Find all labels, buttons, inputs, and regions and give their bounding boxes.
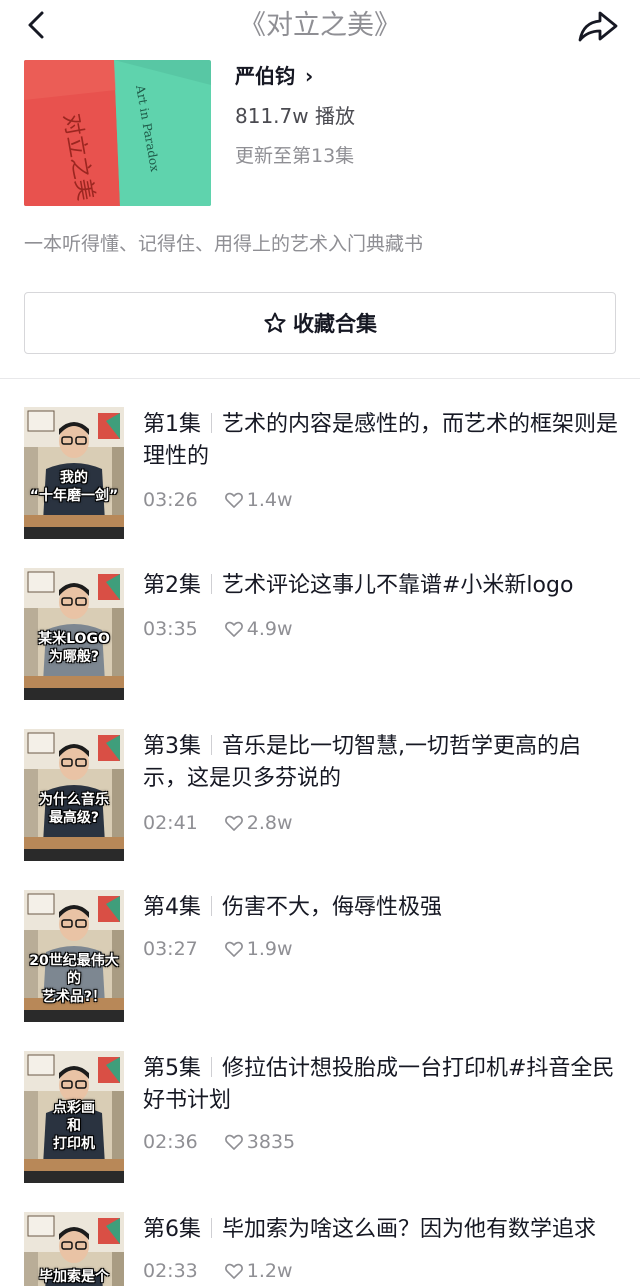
title-separator bbox=[211, 735, 212, 755]
episode-item[interactable]: 我的 “十年磨一剑” 第1集 艺术的内容是感性的，而艺术的框架则是理性的 03:26 1… bbox=[24, 407, 624, 539]
episode-duration: 02:41 bbox=[143, 812, 198, 834]
star-icon bbox=[264, 312, 286, 333]
episode-item[interactable]: 20世纪最伟大的 艺术品?！ 第4集 伤害不大，侮辱性极强 03:27 1.9w bbox=[24, 890, 624, 1022]
episode-title: 第1集 艺术的内容是感性的，而艺术的框架则是理性的 bbox=[143, 409, 619, 473]
collect-button-label: 收藏合集 bbox=[293, 312, 377, 336]
episode-thumbnail: 毕加索是个 bbox=[24, 1212, 124, 1286]
episode-thumbnail: 20世纪最伟大的 艺术品?！ bbox=[24, 890, 124, 1022]
episode-duration: 02:33 bbox=[143, 1260, 198, 1282]
divider bbox=[0, 378, 640, 379]
episode-thumbnail: 我的 “十年磨一剑” bbox=[24, 407, 124, 539]
episode-likes: 3835 bbox=[246, 1131, 296, 1153]
episode-title-text: 伤害不大，侮辱性极强 bbox=[222, 895, 443, 920]
episode-likes: 1.4w bbox=[246, 489, 293, 511]
collection-description: 一本听得懂、记得住、用得上的艺术入门典藏书 bbox=[24, 233, 424, 255]
episode-meta: 03:27 1.9w bbox=[143, 936, 293, 962]
episode-title: 第6集 毕加索为啥这么画？因为他有数学追求 bbox=[143, 1214, 619, 1246]
thumbnail-caption: 为什么音乐 最高级? bbox=[39, 792, 109, 826]
episode-duration: 03:27 bbox=[143, 938, 198, 960]
episode-duration: 02:36 bbox=[143, 1131, 198, 1153]
play-count: 811.7w 播放 bbox=[235, 104, 355, 128]
episode-number: 第3集 bbox=[143, 734, 201, 759]
thumbnail-caption: 20世纪最伟大的 艺术品?！ bbox=[29, 953, 119, 1005]
top-bar: 《对立之美》 bbox=[0, 0, 640, 52]
chevron-right-icon: › bbox=[305, 64, 314, 88]
episode-likes: 4.9w bbox=[246, 618, 293, 640]
episode-likes: 1.9w bbox=[246, 938, 293, 960]
title-separator bbox=[211, 896, 212, 916]
author-name: 严伯钧 bbox=[235, 64, 295, 88]
episode-title-text: 艺术评论这事儿不靠谱#小米新logo bbox=[222, 573, 574, 598]
share-icon[interactable] bbox=[576, 8, 620, 44]
author-link[interactable]: 严伯钧 › bbox=[235, 62, 313, 90]
episode-meta: 02:36 3835 bbox=[143, 1129, 295, 1155]
episode-duration: 03:35 bbox=[143, 618, 198, 640]
episode-title: 第3集 音乐是比一切智慧,一切哲学更高的启示，这是贝多芬说的 bbox=[143, 731, 619, 795]
episode-thumbnail: 点彩画 和 打印机 bbox=[24, 1051, 124, 1183]
episode-meta: 02:41 2.8w bbox=[143, 810, 293, 836]
heart-icon bbox=[224, 815, 243, 831]
title-separator bbox=[211, 413, 212, 433]
heart-icon bbox=[224, 621, 243, 637]
episode-meta: 03:35 4.9w bbox=[143, 616, 293, 642]
episode-thumbnail: 为什么音乐 最高级? bbox=[24, 729, 124, 861]
episode-thumbnail: 某米LOGO 为哪般? bbox=[24, 568, 124, 700]
episode-title: 第2集 艺术评论这事儿不靠谱#小米新logo bbox=[143, 570, 619, 602]
episode-item[interactable]: 为什么音乐 最高级? 第3集 音乐是比一切智慧,一切哲学更高的启示，这是贝多芬说的 0… bbox=[24, 729, 624, 861]
episode-item[interactable]: 某米LOGO 为哪般? 第2集 艺术评论这事儿不靠谱#小米新logo 03:35 4.9… bbox=[24, 568, 624, 700]
thumbnail-caption: 我的 “十年磨一剑” bbox=[29, 470, 119, 504]
episode-likes: 2.8w bbox=[246, 812, 293, 834]
episode-duration: 03:26 bbox=[143, 489, 198, 511]
episode-title: 第5集 修拉估计想投胎成一台打印机#抖音全民好书计划 bbox=[143, 1053, 619, 1117]
episode-title-text: 艺术的内容是感性的，而艺术的框架则是理性的 bbox=[143, 412, 619, 469]
episode-number: 第1集 bbox=[143, 412, 201, 437]
update-status: 更新至第13集 bbox=[235, 145, 355, 167]
thumbnail-caption: 某米LOGO 为哪般? bbox=[38, 631, 110, 665]
title-separator bbox=[211, 1057, 212, 1077]
heart-icon bbox=[224, 1134, 243, 1150]
episode-number: 第4集 bbox=[143, 895, 201, 920]
episode-title-text: 毕加索为啥这么画？因为他有数学追求 bbox=[222, 1217, 597, 1242]
thumbnail-caption: 毕加索是个 bbox=[39, 1269, 109, 1285]
episode-title-text: 音乐是比一切智慧,一切哲学更高的启示，这是贝多芬说的 bbox=[143, 734, 581, 791]
heart-icon bbox=[224, 1263, 243, 1279]
collect-button[interactable]: 收藏合集 bbox=[24, 292, 616, 354]
thumbnail-caption: 点彩画 和 打印机 bbox=[53, 1100, 95, 1152]
heart-icon bbox=[224, 941, 243, 957]
episode-number: 第6集 bbox=[143, 1217, 201, 1242]
heart-icon bbox=[224, 492, 243, 508]
title-separator bbox=[211, 1218, 212, 1238]
episode-meta: 03:26 1.4w bbox=[143, 487, 293, 513]
episode-number: 第2集 bbox=[143, 573, 201, 598]
episode-item[interactable]: 毕加索是个 第6集 毕加索为啥这么画？因为他有数学追求 02:33 1.2w bbox=[24, 1212, 624, 1286]
episode-meta: 02:33 1.2w bbox=[143, 1258, 293, 1284]
episode-likes: 1.2w bbox=[246, 1260, 293, 1282]
episode-title: 第4集 伤害不大，侮辱性极强 bbox=[143, 892, 619, 924]
episode-item[interactable]: 点彩画 和 打印机 第5集 修拉估计想投胎成一台打印机#抖音全民好书计划 02:36 3… bbox=[24, 1051, 624, 1183]
episode-number: 第5集 bbox=[143, 1056, 201, 1081]
episode-title-text: 修拉估计想投胎成一台打印机#抖音全民好书计划 bbox=[143, 1056, 615, 1113]
collection-cover[interactable]: 对立之美 Art in Paradox bbox=[24, 60, 211, 206]
title-separator bbox=[211, 574, 212, 594]
page-title: 《对立之美》 bbox=[239, 10, 401, 41]
